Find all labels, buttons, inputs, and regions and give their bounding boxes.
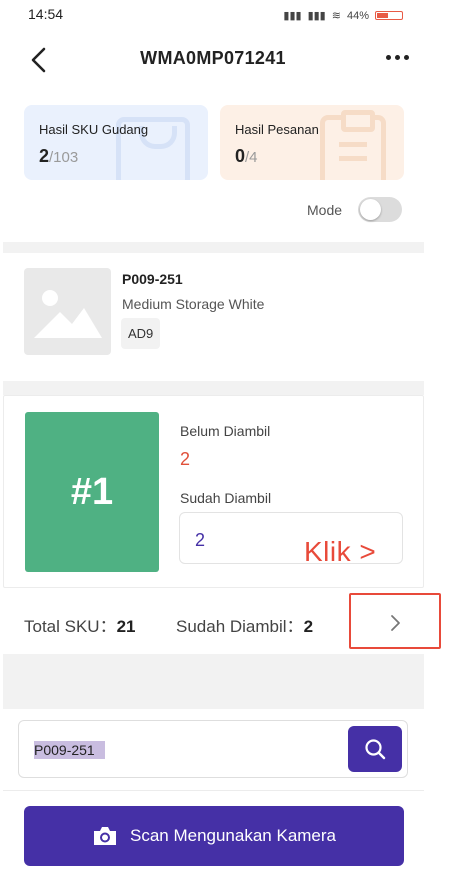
signal-icon: ▮▮▮	[307, 10, 326, 22]
not-picked-value: 2	[180, 449, 191, 469]
sku-card-value: 2/103	[39, 146, 78, 167]
status-time: 14:54	[28, 6, 64, 22]
status-bar: 14:54 ▮▮▮ ▮▮▮ ≋ 44%	[0, 0, 449, 24]
total-picked-value: 2	[303, 617, 314, 636]
status-icons: ▮▮▮ ▮▮▮ ≋ 44%	[283, 9, 403, 22]
chevron-right-icon	[391, 615, 400, 631]
mode-label: Mode	[307, 202, 343, 218]
section-divider	[3, 654, 424, 709]
product-image	[24, 268, 111, 355]
page-title: WMA0MP071241	[140, 48, 286, 68]
image-placeholder-icon	[34, 290, 102, 338]
picked-label: Sudah Diambil	[180, 490, 272, 506]
battery-percent: 44%	[346, 9, 369, 22]
total-sku-label: Total SKU：	[24, 617, 117, 636]
section-divider	[3, 242, 424, 253]
order-total: /4	[245, 149, 258, 166]
total-picked-label: Sudah Diambil：	[176, 617, 304, 636]
camera-icon	[93, 827, 116, 845]
battery-icon	[375, 11, 403, 20]
total-sku-value: 21	[116, 617, 136, 636]
sku-total: /103	[49, 149, 79, 166]
order-done: 0	[235, 146, 246, 166]
scan-camera-label: Scan Mengunakan Kamera	[129, 826, 337, 845]
order-summary-card: Hasil Pesanan 0/4	[220, 105, 404, 180]
product-code: P009-251	[122, 271, 183, 287]
not-picked-label: Belum Diambil	[180, 423, 271, 439]
rank-badge: #1	[25, 412, 159, 572]
product-name: Medium Storage White	[122, 296, 265, 312]
wifi-icon: ≋	[331, 10, 341, 22]
total-sku: Total SKU：21	[24, 612, 136, 637]
annotation-text: Klik >	[304, 536, 377, 567]
order-card-label: Hasil Pesanan	[235, 122, 319, 137]
sku-card-label: Hasil SKU Gudang	[39, 122, 149, 137]
mode-toggle[interactable]	[358, 197, 402, 222]
divider	[3, 790, 424, 791]
total-picked: Sudah Diambil：2	[176, 612, 313, 637]
sku-done: 2	[39, 146, 50, 166]
search-button[interactable]	[348, 726, 402, 772]
search-icon	[365, 739, 386, 760]
next-button[interactable]	[349, 593, 441, 649]
location-badge: AD9	[121, 318, 161, 349]
search-input[interactable]	[34, 741, 334, 759]
section-divider	[3, 381, 424, 395]
more-options-button[interactable]	[386, 55, 409, 60]
clipboard-icon	[320, 110, 386, 180]
signal-icon: ▮▮▮	[283, 10, 302, 22]
sku-summary-card: Hasil SKU Gudang 2/103	[24, 105, 208, 180]
scan-camera-button[interactable]: Scan Mengunakan Kamera	[24, 806, 404, 866]
order-card-value: 0/4	[235, 146, 258, 167]
more-horizontal-icon	[386, 55, 391, 60]
picked-value: 2	[195, 530, 206, 550]
